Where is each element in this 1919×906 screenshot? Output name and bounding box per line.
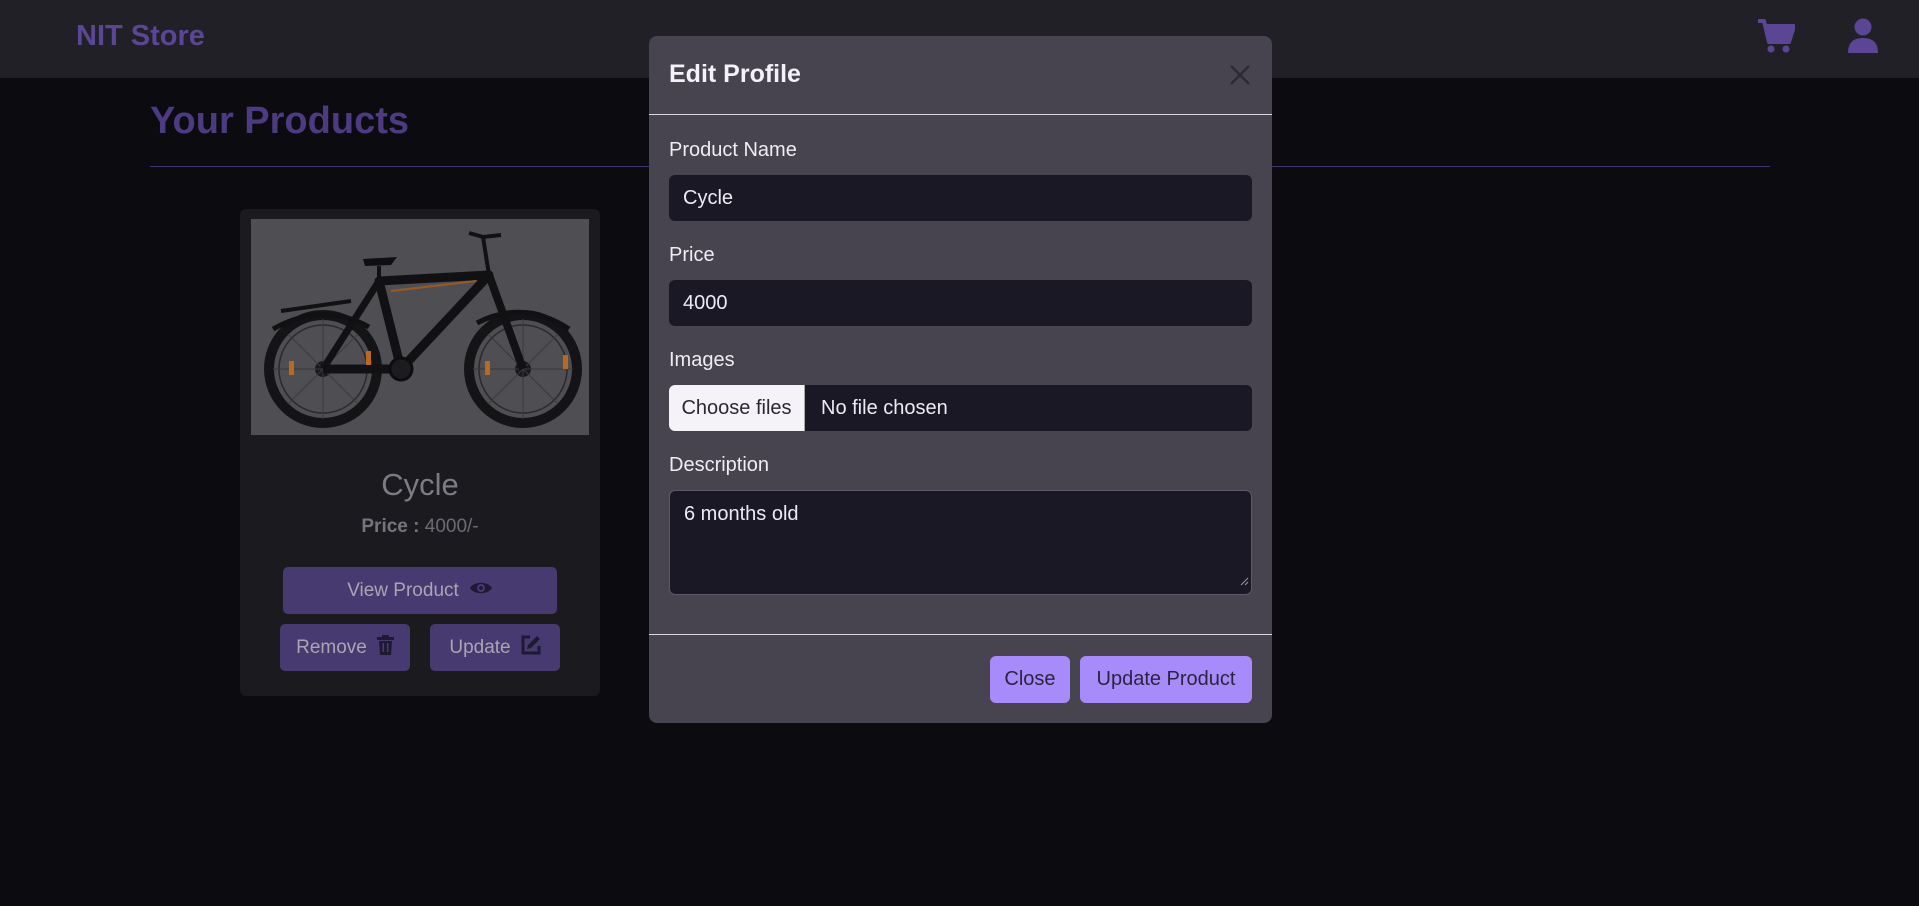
modal-footer-divider [649,634,1272,635]
price-value: 4000/- [424,516,479,537]
product-name-label: Product Name [669,139,797,161]
remove-label: Remove [296,636,367,658]
product-name-input[interactable]: Cycle [669,175,1252,221]
update-button[interactable]: Update [430,624,560,671]
product-name: Cycle [381,467,459,502]
edit-modal: Edit Profile Product Name Cycle Price 40… [649,36,1272,723]
price-field-label: Price [669,244,715,266]
cart-icon[interactable] [1757,18,1796,59]
update-product-button[interactable]: Update Product [1080,656,1252,703]
price-input[interactable]: 4000 [669,280,1252,326]
description-label: Description [669,454,770,476]
modal-header-divider [649,114,1272,115]
update-label: Update [449,636,511,658]
edit-icon [521,635,541,661]
remove-button[interactable]: Remove [280,624,410,671]
product-name-value: Cycle [683,186,734,209]
view-product-button[interactable]: View Product [283,567,557,614]
price-input-value: 4000 [683,291,728,314]
modal-title: Edit Profile [669,60,801,88]
eye-icon [469,580,493,602]
bicycle-image [251,219,589,435]
close-icon[interactable] [1227,62,1253,88]
trash-icon [376,634,394,661]
product-card: Cycle Price : 4000/- View Product Remove [240,209,600,696]
page-title: Your Products [150,100,409,142]
product-price: Price : 4000/- [240,516,600,538]
resize-grip-icon[interactable] [1239,569,1249,592]
user-icon[interactable] [1847,18,1879,59]
images-label: Images [669,349,735,371]
close-button[interactable]: Close [990,656,1070,703]
brand-logo[interactable]: NIT Store [76,20,205,53]
images-file-input[interactable]: Choose files No file chosen [669,385,1252,431]
price-label: Price : [361,516,420,537]
description-textarea[interactable]: 6 months old [669,490,1252,595]
choose-files-button[interactable]: Choose files [669,385,805,431]
view-product-label: View Product [347,579,459,601]
file-status-text: No file chosen [821,396,948,419]
description-value: 6 months old [684,503,799,525]
